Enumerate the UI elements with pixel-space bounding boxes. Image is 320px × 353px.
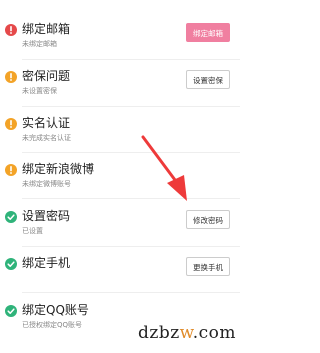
set-security-question-button[interactable]: 设置密保 [186,70,230,89]
row-title: 绑定新浪微博 [22,162,95,176]
exclamation-icon [5,118,17,130]
row-subtitle: 未完成实名认证 [22,134,71,142]
row-bind-email: 绑定邮箱 未绑定邮箱 绑定邮箱 [0,20,240,72]
change-phone-button[interactable]: 更换手机 [186,257,230,276]
divider [22,198,240,199]
row-title: 绑定手机 [22,256,71,270]
exclamation-icon [5,71,17,83]
row-set-password: 设置密码 已设置 修改密码 [0,207,240,259]
watermark: dzbzw.com [137,323,236,343]
exclamation-icon [5,164,17,176]
row-bind-phone: 绑定手机 更换手机 [0,254,240,306]
divider [22,106,240,107]
row-bind-weibo[interactable]: 绑定新浪微博 未绑定微博账号 [0,160,240,212]
row-title: 绑定邮箱 [22,22,71,36]
row-subtitle: 未绑定邮箱 [22,40,57,48]
divider [22,152,240,153]
divider [22,246,240,247]
check-icon [5,305,17,317]
row-subtitle: 未设置密保 [22,87,57,95]
row-title: 实名认证 [22,116,71,130]
row-title: 密保问题 [22,69,71,83]
row-real-name[interactable]: 实名认证 未完成实名认证 [0,114,240,166]
row-subtitle: 已授权绑定QQ账号 [22,321,83,329]
row-subtitle: 未绑定微博账号 [22,180,71,188]
check-icon [5,258,17,270]
bind-email-button[interactable]: 绑定邮箱 [186,23,230,42]
change-password-button[interactable]: 修改密码 [186,210,230,229]
divider [22,292,240,293]
exclamation-icon [5,24,17,36]
row-title: 绑定QQ账号 [22,303,89,317]
divider [22,59,240,60]
row-title: 设置密码 [22,209,71,223]
check-icon [5,211,17,223]
row-subtitle: 已设置 [22,227,43,235]
row-security-question: 密保问题 未设置密保 设置密保 [0,67,240,119]
